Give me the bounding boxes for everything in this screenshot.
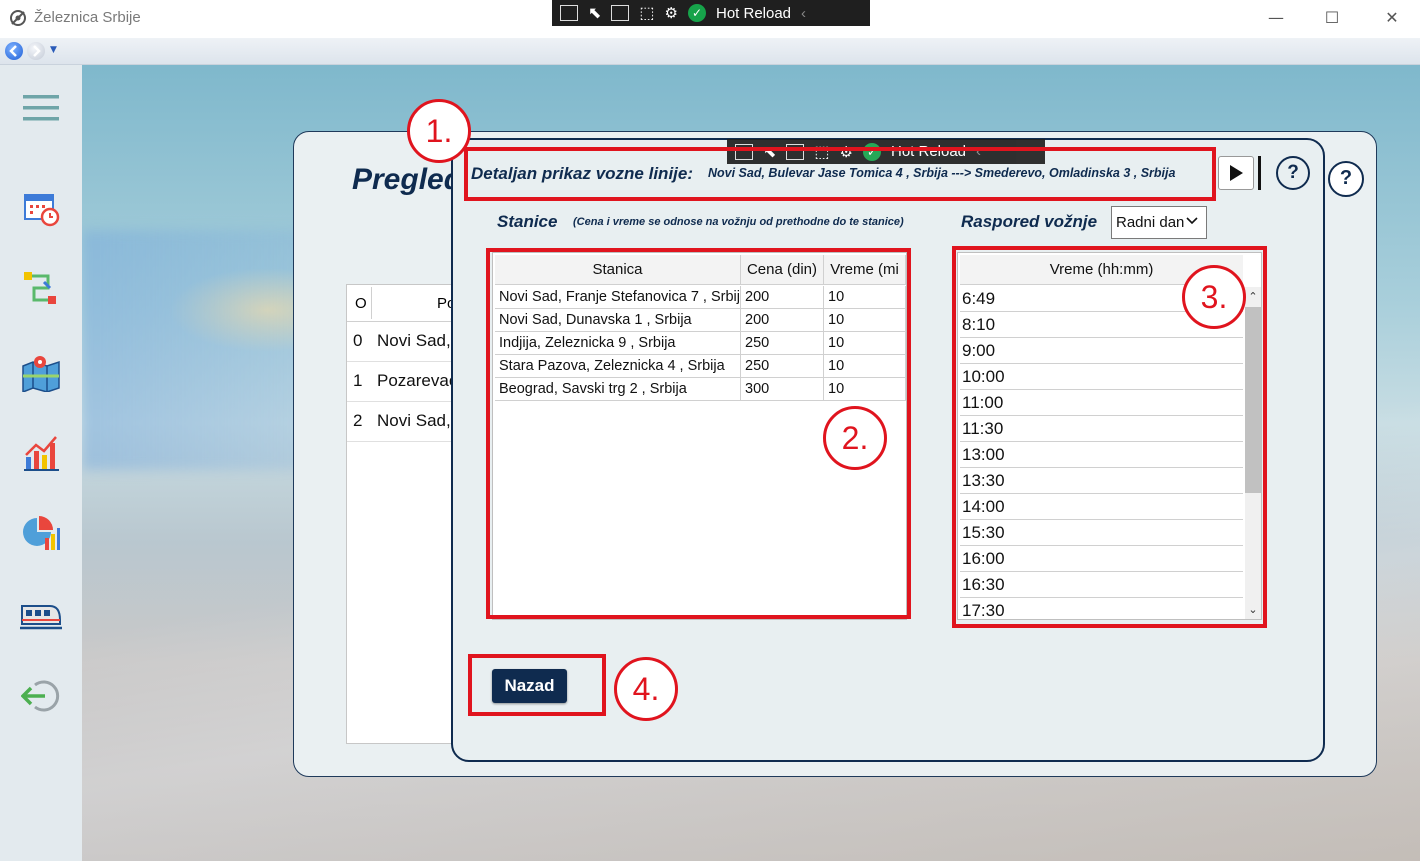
- row-route: Pozarevac: [377, 371, 458, 390]
- stations-note: (Cena i vreme se odnose na vožnju od pre…: [573, 216, 904, 228]
- row-index: 1: [353, 371, 363, 390]
- reports-pie-icon[interactable]: [20, 512, 62, 554]
- nav-back-icon[interactable]: [5, 42, 23, 60]
- schedule-title: Raspored vožnje: [961, 212, 1098, 231]
- train-icon[interactable]: [20, 594, 62, 636]
- nav-forward-icon[interactable]: [27, 42, 45, 60]
- routes-table-header: O Po: [347, 285, 455, 322]
- overview-help-button[interactable]: ?: [1328, 161, 1364, 197]
- routes-icon[interactable]: [20, 266, 62, 308]
- hot-reload-check-icon: ✓: [687, 4, 706, 22]
- navigation-bar: [0, 38, 1420, 65]
- collapse-chevron-icon[interactable]: ‹: [801, 5, 806, 22]
- binding-failures-icon[interactable]: ⚙: [665, 4, 678, 22]
- play-button[interactable]: [1218, 156, 1254, 190]
- table-row[interactable]: 2 Novi Sad,: [347, 401, 453, 442]
- row-index: 2: [353, 411, 363, 430]
- table-row[interactable]: 0 Novi Sad,: [347, 321, 453, 362]
- overview-title: Pregled: [352, 163, 463, 196]
- play-icon: [1230, 165, 1243, 181]
- statistics-chart-icon[interactable]: [20, 431, 62, 473]
- row-index: 0: [353, 331, 363, 350]
- cursor-select-icon[interactable]: ⬉: [588, 3, 601, 23]
- nav-history-dropdown-icon[interactable]: ▼: [50, 45, 57, 55]
- stations-title: Stanice: [497, 212, 558, 231]
- table-row[interactable]: 1 Pozarevac: [347, 361, 457, 402]
- annotation-label-3: 3.: [1182, 265, 1246, 329]
- close-button[interactable]: ✕: [1380, 8, 1404, 28]
- row-route: Novi Sad,: [377, 331, 451, 350]
- day-type-select[interactable]: Radni dan: [1111, 206, 1207, 239]
- row-route: Novi Sad,: [377, 411, 451, 430]
- minimize-button[interactable]: —: [1264, 8, 1288, 28]
- annotation-box-4: [468, 654, 606, 716]
- dialog-help-button[interactable]: ?: [1276, 156, 1310, 190]
- routes-table[interactable]: O Po 0 Novi Sad, 1 Pozarevac 2 Novi Sad,: [346, 284, 457, 744]
- maximize-button[interactable]: ☐: [1320, 8, 1344, 28]
- hot-reload-label[interactable]: Hot Reload: [716, 5, 791, 22]
- window-title: Železnica Srbije: [34, 9, 141, 26]
- toolbar-separator: [1258, 156, 1261, 190]
- display-layout-icon[interactable]: [611, 5, 630, 21]
- annotation-label-1: 1.: [407, 99, 471, 163]
- map-location-icon[interactable]: [20, 352, 62, 394]
- hamburger-menu-icon[interactable]: [20, 87, 62, 129]
- header-column-index: O: [355, 295, 367, 312]
- annotation-label-2: 2.: [823, 406, 887, 470]
- day-type-value: Radni dan: [1116, 214, 1185, 231]
- hot-reload-toolbar: ⬉ ⬚ ⚙ ✓ Hot Reload ‹: [552, 0, 870, 26]
- select-element-icon[interactable]: [560, 5, 578, 21]
- schedule-calendar-icon[interactable]: [20, 187, 62, 229]
- annotation-label-4: 4.: [614, 657, 678, 721]
- logout-icon[interactable]: [20, 675, 62, 717]
- track-focus-icon[interactable]: ⬚: [639, 3, 654, 23]
- app-logo-icon: [8, 8, 28, 28]
- chevron-down-icon: [1186, 213, 1198, 230]
- annotation-box-1: [464, 147, 1216, 201]
